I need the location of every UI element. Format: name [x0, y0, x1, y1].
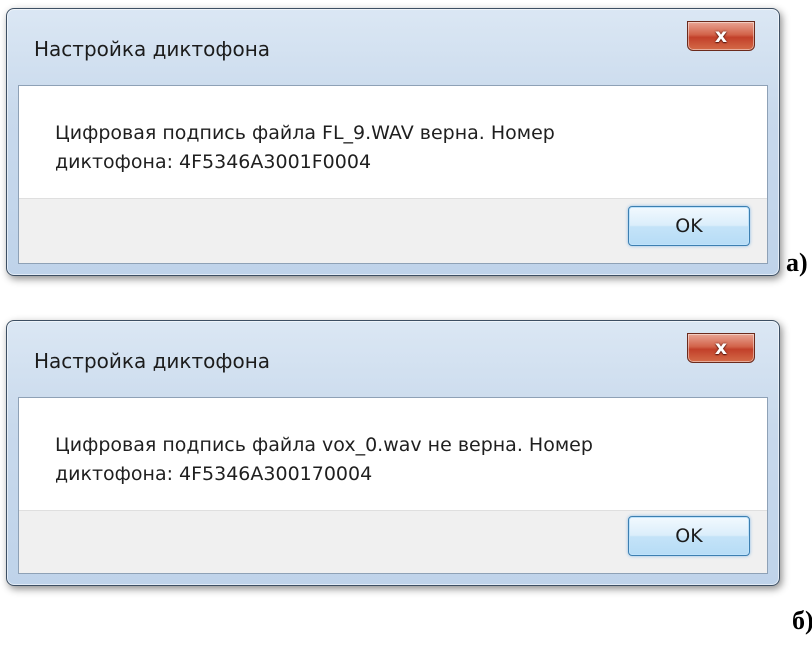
ok-button[interactable]: OK: [628, 206, 750, 246]
title-bar[interactable]: Настройка диктофона x: [7, 9, 779, 85]
message-text: Цифровая подпись файла vox_0.wav не верн…: [55, 434, 593, 485]
close-button[interactable]: x: [687, 333, 755, 363]
ok-button[interactable]: OK: [628, 516, 750, 556]
figure-label-a: а): [786, 248, 808, 277]
dialog-window-a: Настройка диктофона x Цифровая подпись ф…: [6, 8, 780, 276]
dialog-title: Настройка диктофона: [34, 37, 271, 61]
dialog-window-b: Настройка диктофона x Цифровая подпись ф…: [6, 320, 780, 586]
close-icon: x: [714, 336, 728, 359]
message-text: Цифровая подпись файла FL_9.WAV верна. Н…: [55, 122, 555, 173]
dialog-client-area: Цифровая подпись файла vox_0.wav не верн…: [18, 397, 768, 574]
close-icon: x: [714, 24, 728, 47]
figure-label-b: б): [792, 606, 812, 635]
message-panel: Цифровая подпись файла vox_0.wav не верн…: [19, 398, 767, 511]
message-panel: Цифровая подпись файла FL_9.WAV верна. Н…: [19, 86, 767, 199]
title-bar[interactable]: Настройка диктофона x: [7, 321, 779, 397]
close-button[interactable]: x: [687, 21, 755, 51]
dialog-title: Настройка диктофона: [34, 349, 271, 373]
dialog-client-area: Цифровая подпись файла FL_9.WAV верна. Н…: [18, 85, 768, 264]
